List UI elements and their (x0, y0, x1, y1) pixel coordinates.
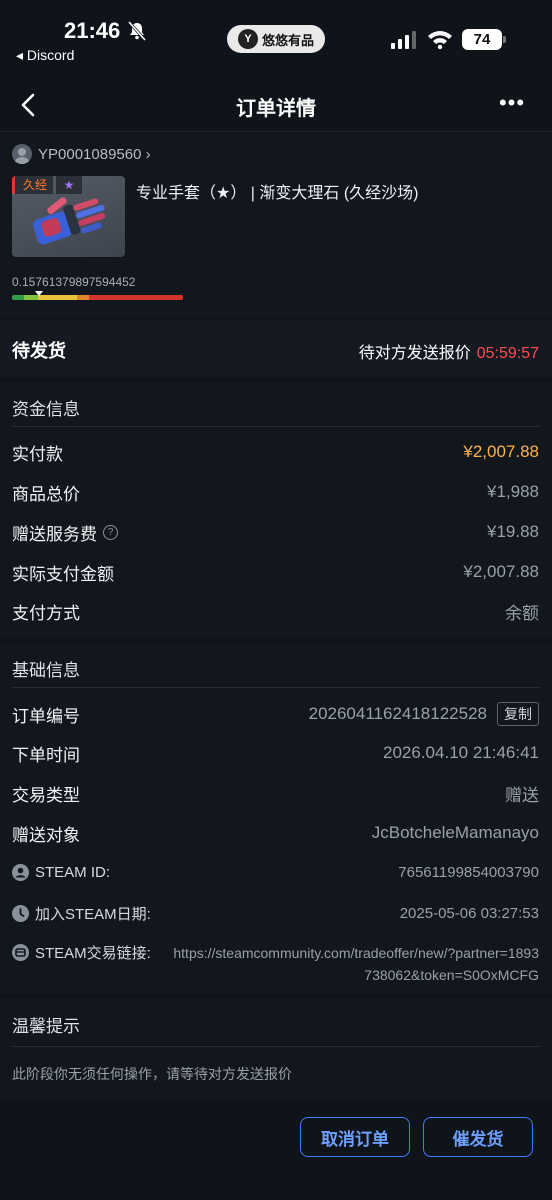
fund-row-actual: 实际支付金额 ¥2,007.88 (12, 560, 539, 584)
link-card-icon (12, 943, 29, 961)
trade-type-value: 赠送 (505, 785, 539, 805)
fund-row-total: 商品总价 ¥1,988 (12, 480, 539, 504)
divider (12, 426, 540, 427)
trade-link-value[interactable]: https://steamcommunity.com/tradeoffer/ne… (169, 942, 539, 986)
order-time-row: 下单时间 2026.04.10 21:46:41 (12, 741, 539, 765)
user-circle-icon (12, 863, 29, 881)
clock: 21:46 (64, 18, 121, 43)
fund-row-paid: 实付款 ¥2,007.88 (12, 440, 539, 464)
copy-button[interactable]: 复制 (497, 702, 539, 726)
recipient-row: 赠送对象 JcBotcheleMamanayo (12, 821, 539, 845)
order-no-value: 2026041162418122528 (308, 704, 487, 723)
steam-id-label: STEAM ID: (35, 863, 111, 881)
battery-level: 74 (473, 31, 491, 48)
countdown-timer: 05:59:57 (476, 345, 539, 362)
wear-segment-fn (12, 295, 24, 300)
recipient-value: JcBotcheleMamanayo (371, 823, 539, 842)
order-time-label: 下单时间 (12, 745, 80, 765)
trade-type-row: 交易类型 赠送 (12, 781, 539, 805)
join-date-label: 加入STEAM日期: (35, 905, 151, 923)
order-time-value: 2026.04.10 21:46:41 (383, 743, 539, 762)
wear-segment-ww (76, 295, 89, 300)
tips-heading: 温馨提示 (12, 1017, 80, 1036)
bell-muted-icon (127, 21, 147, 41)
steam-id-label-wrap: STEAM ID: (12, 863, 111, 881)
join-date-label-wrap: 加入STEAM日期: (12, 903, 151, 924)
recipient-label: 赠送对象 (12, 825, 80, 845)
divider (12, 687, 540, 688)
basic-info-section: 基础信息 订单编号 2026041162418122528 复制 下单时间 202… (0, 643, 552, 994)
signal-icon (391, 31, 416, 49)
help-question-icon[interactable]: ? (103, 524, 118, 540)
trade-link-label-wrap: STEAM交易链接: (12, 942, 151, 963)
nav-bar: 订单详情 ••• (0, 78, 552, 132)
fund-label: 赠送服务费 (12, 524, 97, 544)
waiting-info: 待对方发送报价 05:59:57 (359, 339, 539, 363)
bottom-action-bar: 取消订单 催发货 (0, 1098, 552, 1200)
fund-value: ¥2,007.88 (463, 442, 539, 461)
cancel-order-button[interactable]: 取消订单 (300, 1117, 410, 1157)
divider (12, 1046, 540, 1047)
trade-link-row: STEAM交易链接: (12, 940, 151, 964)
battery-icon: 74 (462, 29, 506, 50)
page-title: 订单详情 (236, 98, 316, 120)
wifi-icon (428, 31, 452, 49)
waiting-text: 待对方发送报价 (358, 345, 471, 362)
order-ref: YP0001089560 › (38, 145, 151, 163)
order-no-wrap: 2026041162418122528 复制 (309, 702, 539, 726)
app-pill[interactable]: Y 悠悠有品 (227, 25, 325, 53)
fund-value: 余额 (505, 603, 539, 623)
clock-icon (12, 904, 29, 922)
fund-row-method: 支付方式 余额 (12, 599, 539, 623)
fund-label: 实付款 (12, 444, 63, 464)
fund-label: 支付方式 (12, 603, 80, 623)
order-ref-link[interactable]: YP0001089560 › (12, 144, 151, 164)
steam-id-value: 76561199854003790 (398, 863, 539, 881)
fund-value: ¥2,007.88 (463, 562, 539, 581)
order-no-label: 订单编号 (12, 706, 80, 726)
order-state: 待发货 (12, 341, 66, 361)
glove-image (32, 197, 106, 245)
wear-segment-bs (88, 295, 183, 300)
wear-segment-ft (37, 295, 77, 300)
funds-heading: 资金信息 (12, 400, 80, 419)
steam-id-row: STEAM ID: 76561199854003790 (12, 860, 539, 884)
product-name: 专业手套（★） | 渐变大理石 (久经沙场) (136, 185, 419, 202)
app-pill-label: 悠悠有品 (261, 32, 314, 48)
more-menu-icon[interactable]: ••• (496, 90, 528, 120)
app-logo-icon: Y (237, 29, 258, 49)
status-bar: 21:46 ◂ Discord Y 悠悠有品 74 (0, 0, 552, 72)
funds-section: 资金信息 实付款 ¥2,007.88 商品总价 ¥1,988 赠送服务费 ? ¥… (0, 382, 552, 638)
float-marker (34, 291, 43, 296)
fund-row-service-fee: 赠送服务费 ? ¥19.88 (12, 520, 539, 544)
fund-label: 商品总价 (12, 484, 80, 504)
fund-value: ¥19.88 (487, 522, 539, 541)
join-date-value: 2025-05-06 03:27:53 (399, 904, 539, 922)
user-avatar-icon (12, 144, 32, 164)
product-card: YP0001089560 › 久经 ★ 专业手套（★） | 渐变大理石 (久经沙… (0, 133, 552, 318)
trade-type-label: 交易类型 (12, 785, 80, 805)
float-value: 0.15761379897594452 (12, 275, 136, 289)
order-status-card: 待发货 待对方发送报价 05:59:57 (0, 320, 552, 377)
basic-heading: 基础信息 (12, 661, 80, 680)
fund-value: ¥1,988 (487, 482, 539, 501)
tips-text: 此阶段你无须任何操作，请等待对方发送报价 (12, 1066, 292, 1082)
trade-link-label: STEAM交易链接: (35, 944, 151, 962)
back-to-app-link[interactable]: ◂ Discord (16, 47, 74, 64)
urge-delivery-button[interactable]: 催发货 (423, 1117, 533, 1157)
fund-label-wrap: 赠送服务费 ? (12, 520, 118, 545)
join-date-row: 加入STEAM日期: 2025-05-06 03:27:53 (12, 901, 539, 925)
order-no-row: 订单编号 2026041162418122528 复制 (12, 702, 539, 726)
product-thumbnail[interactable]: 久经 ★ (12, 176, 125, 257)
fund-label: 实际支付金额 (12, 564, 114, 584)
